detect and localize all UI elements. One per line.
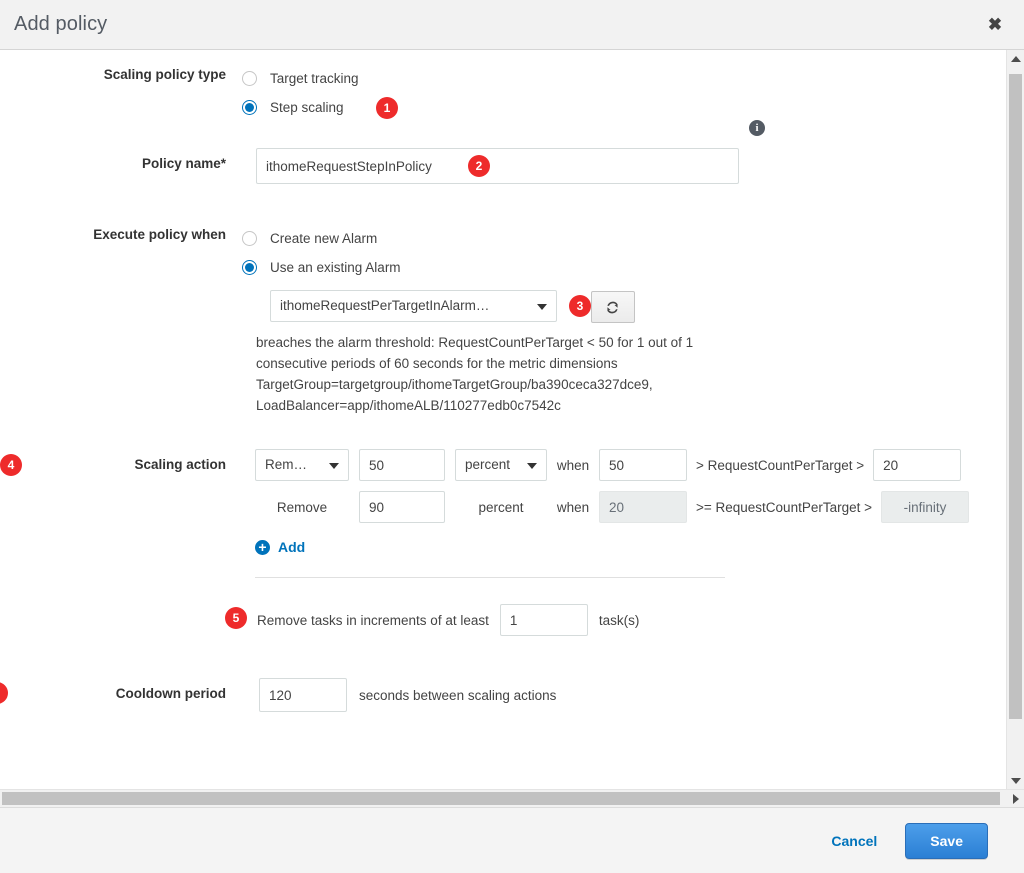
caret-right-icon[interactable] <box>1007 790 1024 807</box>
scaling-action-label: Scaling action <box>134 457 226 472</box>
scaling-action-rows: Rem… percent when <box>242 446 1006 578</box>
annotation-badge-6: 6 <box>0 682 8 704</box>
cooldown-suffix-label: seconds between scaling actions <box>359 687 557 703</box>
radio-target-tracking[interactable]: Target tracking <box>242 64 1006 93</box>
annotation-badge-1: 1 <box>376 97 398 119</box>
execute-policy-when-label: Execute policy when <box>93 227 226 242</box>
scaling-action-unit-value-2: percent <box>478 499 524 515</box>
page-title: Add policy <box>14 13 108 35</box>
scaling-action-upper-bound-input-2 <box>599 491 687 523</box>
field-cooldown: 6 Cooldown period seconds between scalin… <box>0 678 1006 712</box>
radio-use-existing-alarm-label[interactable]: Use an existing Alarm <box>270 260 401 275</box>
scaling-action-label-col: 4 Scaling action <box>0 446 242 476</box>
field-policy-name: Policy name* 2 <box>0 148 1006 184</box>
vertical-scrollbar[interactable] <box>1006 50 1024 789</box>
radio-use-existing-alarm-control[interactable] <box>242 260 257 275</box>
cancel-button[interactable]: Cancel <box>831 833 877 849</box>
section-divider <box>255 577 725 578</box>
cooldown-control: seconds between scaling actions <box>242 678 1006 712</box>
chevron-down-icon <box>527 463 537 469</box>
increment-prefix-label: Remove tasks in increments of at least <box>257 612 489 628</box>
policy-name-input[interactable] <box>256 148 739 184</box>
modal-header: Add policy ✖ <box>0 0 1024 50</box>
horizontal-scrollbar-thumb[interactable] <box>2 792 1000 805</box>
annotation-badge-3: 3 <box>569 295 591 317</box>
scaling-action-lower-bound-input-2 <box>881 491 969 523</box>
scaling-action-unit-select-1[interactable]: percent <box>455 449 547 481</box>
scaling-policy-type-options: Target tracking Step scaling 1 <box>242 64 1006 122</box>
caret-down-icon[interactable] <box>1007 772 1024 789</box>
chevron-down-icon <box>537 304 547 310</box>
radio-step-scaling-control[interactable] <box>242 100 257 115</box>
annotation-badge-5: 5 <box>225 607 247 629</box>
add-policy-form: i Scaling policy type Target tracking St… <box>0 50 1006 712</box>
field-scaling-policy-type: Scaling policy type Target tracking Step… <box>0 64 1006 122</box>
radio-step-scaling[interactable]: Step scaling 1 <box>242 93 1006 122</box>
caret-up-icon[interactable] <box>1007 50 1024 67</box>
modal-body: i Scaling policy type Target tracking St… <box>0 50 1006 789</box>
alarm-description: breaches the alarm threshold: RequestCou… <box>256 335 694 413</box>
radio-use-existing-alarm[interactable]: Use an existing Alarm <box>242 253 1006 282</box>
modal-footer: Cancel Save <box>0 807 1024 873</box>
scaling-action-operator-1: > RequestCountPerTarget > <box>696 457 865 473</box>
radio-step-scaling-label[interactable]: Step scaling <box>270 100 344 115</box>
when-label-1: when <box>556 457 590 473</box>
field-increment: 5 Remove tasks in increments of at least… <box>0 604 1006 636</box>
radio-target-tracking-control[interactable] <box>242 71 257 86</box>
when-label-2: when <box>556 499 590 515</box>
cooldown-label-col: 6 Cooldown period <box>0 678 242 704</box>
chevron-down-icon <box>329 463 339 469</box>
scaling-action-lower-bound-input-1[interactable] <box>873 449 962 481</box>
field-scaling-action: 4 Scaling action Rem… 50 percent when 50… <box>0 446 1006 578</box>
refresh-alarms-button[interactable] <box>590 291 635 323</box>
info-icon[interactable]: i <box>749 120 765 136</box>
radio-create-new-alarm[interactable]: Create new Alarm <box>242 224 1006 253</box>
cooldown-input[interactable] <box>259 678 347 712</box>
increment-input[interactable] <box>499 604 588 636</box>
scaling-action-row: Rem… percent when <box>255 449 1006 481</box>
increment-suffix-label: task(s) <box>598 612 640 628</box>
scaling-action-operator-2: >= RequestCountPerTarget > <box>696 499 872 515</box>
scaling-action-type-select-1[interactable]: Rem… <box>255 449 349 481</box>
scaling-action-upper-bound-input-1[interactable] <box>599 449 687 481</box>
policy-name-control: 2 <box>242 148 1006 184</box>
save-button[interactable]: Save <box>905 822 988 859</box>
radio-create-new-alarm-label[interactable]: Create new Alarm <box>270 231 377 246</box>
scaling-action-amount-input-1[interactable] <box>359 449 445 481</box>
add-step-button[interactable]: + Add <box>255 539 305 555</box>
plus-circle-icon: + <box>255 539 270 555</box>
refresh-icon <box>607 301 618 313</box>
radio-target-tracking-label[interactable]: Target tracking <box>270 71 359 86</box>
add-step-label: Add <box>278 539 306 555</box>
vertical-scrollbar-thumb[interactable] <box>1009 74 1022 719</box>
close-icon[interactable]: ✖ <box>984 14 1006 36</box>
cooldown-label: Cooldown period <box>115 686 226 701</box>
add-policy-modal: Add policy ✖ i Scaling policy type Targe… <box>0 0 1024 873</box>
scaling-action-amount-input-2[interactable] <box>359 491 445 523</box>
existing-alarm-select[interactable]: ithomeRequestPerTargetInAlarm… <box>270 290 557 322</box>
execute-policy-when-control: Create new Alarm Use an existing Alarm i… <box>242 224 1006 416</box>
existing-alarm-select-value: ithomeRequestPerTargetInAlarm… <box>280 298 490 313</box>
modal-body-wrap: i Scaling policy type Target tracking St… <box>0 50 1024 789</box>
annotation-badge-2: 2 <box>468 155 490 177</box>
policy-name-label: Policy name* <box>141 156 226 171</box>
annotation-badge-4: 4 <box>0 454 22 476</box>
radio-create-new-alarm-control[interactable] <box>242 231 257 246</box>
horizontal-scrollbar[interactable] <box>0 789 1024 807</box>
scaling-policy-type-label: Scaling policy type <box>103 67 226 82</box>
field-execute-policy-when: Execute policy when Create new Alarm Use… <box>0 224 1006 416</box>
alarm-select-row: ithomeRequestPerTargetInAlarm… 3 <box>270 290 1006 324</box>
increment-control: 5 Remove tasks in increments of at least… <box>225 604 1006 636</box>
increment-label-spacer <box>0 604 228 607</box>
scaling-action-row: Remove percent when >= RequestCountPerTa… <box>255 491 1006 523</box>
scaling-action-type-value-2: Remove <box>276 499 328 515</box>
